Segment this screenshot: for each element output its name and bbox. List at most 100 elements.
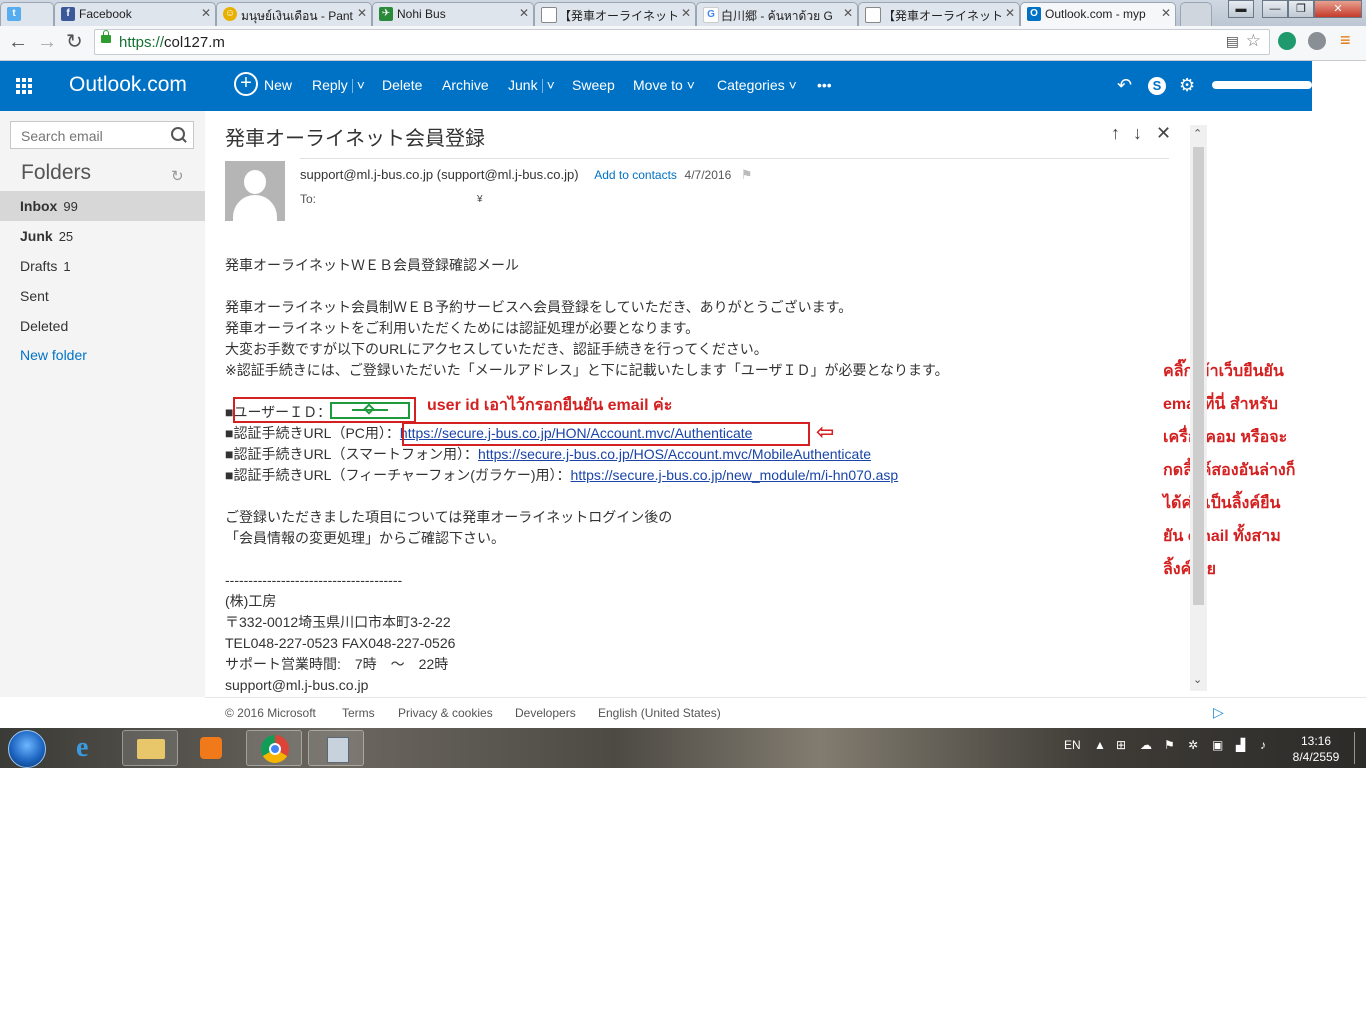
close-tab-icon[interactable]: ✕ xyxy=(843,6,853,20)
volume-icon[interactable]: ♪ xyxy=(1260,738,1266,752)
cloud-icon[interactable]: ☁ xyxy=(1140,738,1152,752)
folder-item-sent[interactable]: Sent xyxy=(0,281,205,311)
more-options-button[interactable]: ••• xyxy=(817,77,832,93)
maximize-icon[interactable]: ❐ xyxy=(1288,0,1314,18)
input-language[interactable]: EN xyxy=(1064,738,1081,752)
media-player-icon[interactable] xyxy=(184,730,240,766)
browser-tab-outlook[interactable]: O Outlook.com - myp ✕ xyxy=(1020,2,1176,26)
new-folder-link[interactable]: New folder xyxy=(0,340,205,370)
signature-separator: -------------------------------------- xyxy=(225,572,403,588)
start-button[interactable] xyxy=(8,730,46,768)
translate-icon[interactable]: ▤ xyxy=(1226,33,1239,50)
scroll-up-icon[interactable]: ⌃ xyxy=(1193,127,1202,140)
plus-icon[interactable]: + xyxy=(234,72,258,96)
chevron-down-icon[interactable]: ˅ xyxy=(357,77,365,93)
folder-item-drafts[interactable]: Drafts 1 xyxy=(0,251,205,281)
browser-tab-twitter[interactable]: t xyxy=(0,2,54,26)
sync-icon[interactable]: ✲ xyxy=(1188,738,1198,752)
extension-eye-icon[interactable] xyxy=(1278,32,1296,50)
developers-link[interactable]: Developers xyxy=(515,706,576,720)
tab-title: Outlook.com - myp xyxy=(1045,7,1146,21)
back-arrow-icon[interactable]: ← xyxy=(8,31,28,53)
search-box[interactable] xyxy=(10,121,194,149)
sender-avatar xyxy=(225,161,285,221)
address-bar[interactable]: https://col127.m ▤ ☆ xyxy=(94,29,1270,55)
browser-tab-nohi-bus[interactable]: ✈ Nohi Bus ✕ xyxy=(372,2,534,26)
show-hidden-icons-icon[interactable]: ▲ xyxy=(1094,738,1106,752)
close-tab-icon[interactable]: ✕ xyxy=(519,6,529,20)
new-tab-button[interactable] xyxy=(1180,2,1212,26)
privacy-link[interactable]: Privacy & cookies xyxy=(398,706,493,720)
close-tab-icon[interactable]: ✕ xyxy=(681,6,691,20)
menu-icon[interactable]: ≡ xyxy=(1340,30,1351,51)
close-tab-icon[interactable]: ✕ xyxy=(357,6,367,20)
folder-item-junk[interactable]: Junk 25 xyxy=(0,221,205,251)
archive-button[interactable]: Archive xyxy=(442,77,489,93)
close-window-icon[interactable]: ✕ xyxy=(1314,0,1362,18)
reply-button[interactable]: Reply ˅ xyxy=(312,77,365,94)
smartphone-authenticate-link[interactable]: https://secure.j-bus.co.jp/HOS/Account.m… xyxy=(478,446,871,462)
calculator-icon[interactable] xyxy=(308,730,364,766)
sender-name[interactable]: support@ml.j-bus.co.jp xyxy=(300,167,433,182)
language-link[interactable]: English (United States) xyxy=(598,706,721,720)
star-icon[interactable]: ☆ xyxy=(1246,31,1261,51)
taskbar-clock[interactable]: 13:16 8/4/2559 xyxy=(1290,733,1342,765)
windows-flag-icon[interactable]: ⊞ xyxy=(1116,738,1126,752)
junk-button[interactable]: Junk ˅ xyxy=(508,77,555,94)
chrome-icon[interactable] xyxy=(246,730,302,766)
account-name[interactable] xyxy=(1212,81,1312,89)
forward-arrow-icon[interactable]: → xyxy=(37,31,57,53)
move-to-button[interactable]: Move to ˅ xyxy=(633,77,695,93)
minimize-icon[interactable]: — xyxy=(1262,0,1288,18)
undo-icon[interactable]: ↶ xyxy=(1117,75,1132,96)
delete-button[interactable]: Delete xyxy=(382,77,422,93)
brand-title[interactable]: Outlook.com xyxy=(69,73,187,97)
close-tab-icon[interactable]: ✕ xyxy=(1161,6,1171,20)
expand-recipients-icon[interactable]: ¥ xyxy=(477,194,483,205)
app-launcher-icon[interactable] xyxy=(16,78,33,95)
arrow-down-icon[interactable]: ↓ xyxy=(1133,123,1142,144)
action-center-flag-icon[interactable]: ⚑ xyxy=(1164,738,1175,752)
extension-globe-icon[interactable] xyxy=(1308,32,1326,50)
user-icon[interactable]: ▬ xyxy=(1228,0,1254,18)
chevron-down-icon[interactable]: ˅ xyxy=(547,77,555,93)
browser-tab-pantip[interactable]: ☺ มนุษย์เงินเดือน - Pantip ✕ xyxy=(216,2,372,26)
folder-item-deleted[interactable]: Deleted xyxy=(0,311,205,341)
featurephone-authenticate-link[interactable]: https://secure.j-bus.co.jp/new_module/m/… xyxy=(571,467,899,483)
battery-icon[interactable]: ▣ xyxy=(1212,738,1223,752)
junk-label: Junk xyxy=(508,77,538,93)
avatar[interactable] xyxy=(1312,61,1366,111)
refresh-icon[interactable]: ↻ xyxy=(171,167,184,185)
internet-explorer-icon[interactable]: e xyxy=(62,730,118,766)
browser-tab-google[interactable]: G 白川郷 - ค้นหาด้วย G ✕ xyxy=(696,2,858,26)
folders-heading[interactable]: Folders xyxy=(21,161,91,185)
flag-icon[interactable]: ⚑ xyxy=(741,167,753,182)
new-button[interactable]: New xyxy=(264,77,292,93)
show-desktop-button[interactable] xyxy=(1354,732,1365,764)
gear-icon[interactable]: ⚙ xyxy=(1179,75,1195,96)
categories-button[interactable]: Categories ˅ xyxy=(717,77,797,93)
browser-tab-jbus-1[interactable]: 【発車オーライネット ✕ xyxy=(534,2,696,26)
scroll-thumb[interactable] xyxy=(1193,147,1204,605)
reload-icon[interactable]: ↻ xyxy=(66,31,83,53)
close-tab-icon[interactable]: ✕ xyxy=(1005,6,1015,20)
windows-taskbar: e EN ▲ ⊞ ☁ ⚑ ✲ ▣ ▟ ♪ 13:16 8/4/2559 xyxy=(0,728,1366,768)
sweep-button[interactable]: Sweep xyxy=(572,77,615,93)
file-explorer-icon[interactable] xyxy=(122,730,178,766)
browser-tab-facebook[interactable]: f Facebook ✕ xyxy=(54,2,216,26)
search-input[interactable] xyxy=(19,127,163,145)
add-to-contacts-link[interactable]: Add to contacts xyxy=(594,168,677,182)
browser-tab-jbus-2[interactable]: 【発車オーライネット ✕ xyxy=(858,2,1020,26)
close-tab-icon[interactable]: ✕ xyxy=(201,6,211,20)
adchoices-icon[interactable]: ▷ xyxy=(1213,704,1224,721)
message-scrollbar[interactable]: ⌃ ⌄ xyxy=(1190,125,1207,691)
arrow-up-icon[interactable]: ↑ xyxy=(1111,123,1120,144)
close-icon[interactable]: ✕ xyxy=(1156,123,1171,144)
scroll-down-icon[interactable]: ⌄ xyxy=(1193,673,1202,686)
search-icon[interactable] xyxy=(171,127,185,141)
side-note-line: กดลิ้งค์สองอันล่างก็ xyxy=(1163,462,1296,479)
folder-item-inbox[interactable]: Inbox 99 xyxy=(0,191,205,221)
skype-icon[interactable]: S xyxy=(1148,77,1166,95)
network-signal-icon[interactable]: ▟ xyxy=(1236,738,1245,752)
terms-link[interactable]: Terms xyxy=(342,706,375,720)
